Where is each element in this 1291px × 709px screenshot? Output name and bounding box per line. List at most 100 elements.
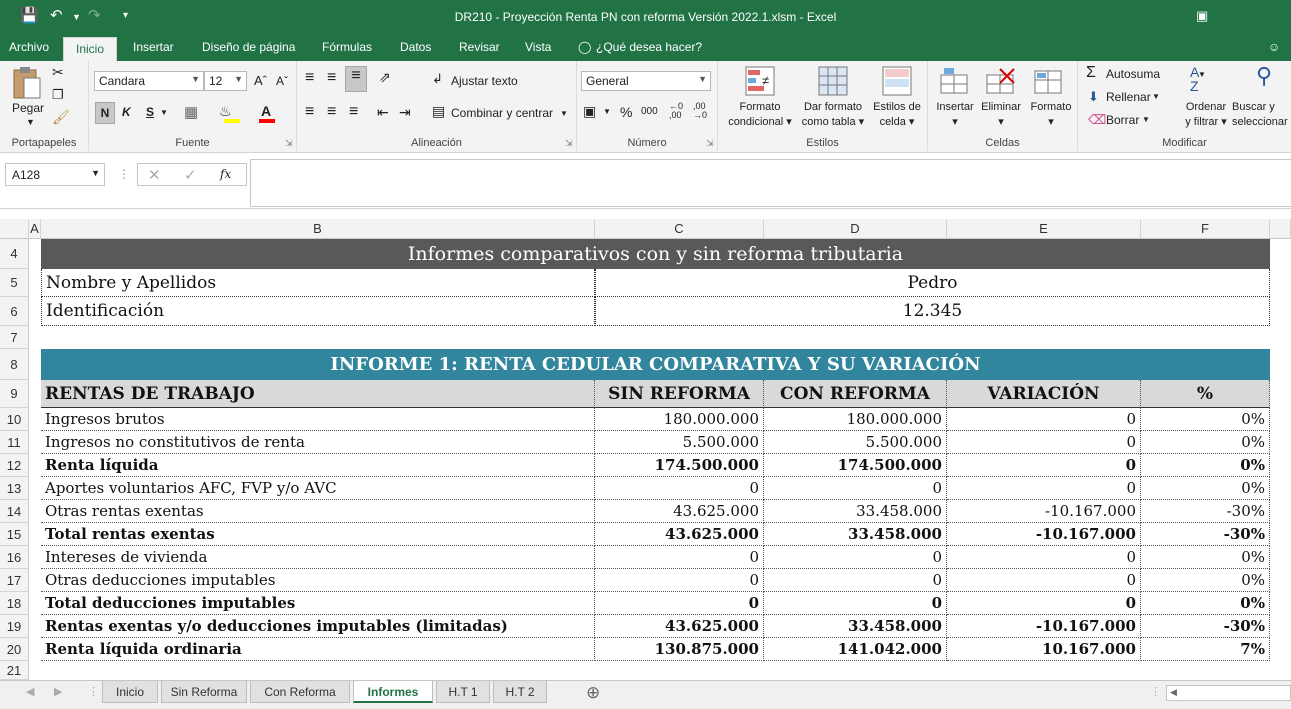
- table-cell[interactable]: 180.000.000: [764, 408, 947, 431]
- cell-styles-icon[interactable]: [882, 66, 912, 98]
- alignment-dialog-launcher-icon[interactable]: ⇲: [565, 138, 573, 149]
- table-cell[interactable]: -10.167.000: [947, 500, 1141, 523]
- table-cell[interactable]: Aportes voluntarios AFC, FVP y/o AVC: [41, 477, 595, 500]
- table-cell[interactable]: 0: [947, 408, 1141, 431]
- table-cell[interactable]: 0%: [1141, 477, 1270, 500]
- row-header-18[interactable]: 18: [0, 592, 29, 615]
- fill-icon[interactable]: ⬇: [1088, 89, 1099, 105]
- select-all-corner[interactable]: [0, 219, 29, 239]
- table-cell[interactable]: 0%: [1141, 408, 1270, 431]
- cut-icon[interactable]: ✂: [52, 64, 64, 81]
- cell-styles-button[interactable]: Estilos de celda ▾: [868, 100, 926, 130]
- table-cell[interactable]: 0%: [1141, 592, 1270, 615]
- table-cell[interactable]: 0: [947, 454, 1141, 477]
- format-painter-icon[interactable]: 🖌: [52, 109, 70, 126]
- column-header-f[interactable]: F: [1141, 219, 1270, 239]
- orientation-icon[interactable]: ⇗: [379, 69, 391, 86]
- scroll-left-icon[interactable]: ◀: [1170, 687, 1177, 698]
- header-variacion[interactable]: VARIACIÓN: [947, 380, 1141, 408]
- name-box[interactable]: A128 ▼: [5, 163, 105, 186]
- merge-dropdown-icon[interactable]: ▼: [560, 109, 568, 118]
- formula-input[interactable]: [250, 159, 1291, 207]
- clear-button[interactable]: Borrar: [1106, 113, 1139, 127]
- ribbon-display-icon[interactable]: ▣: [1196, 8, 1208, 24]
- table-cell[interactable]: Ingresos no constitutivos de renta: [41, 431, 595, 454]
- column-header-b[interactable]: B: [41, 219, 595, 239]
- header-con-reforma[interactable]: CON REFORMA: [764, 380, 947, 408]
- sheet-tab-informes[interactable]: Informes: [353, 681, 433, 703]
- fill-color-icon[interactable]: ♨: [219, 103, 232, 120]
- column-header-g[interactable]: [1270, 219, 1291, 239]
- paste-dropdown-icon[interactable]: ▼: [26, 117, 35, 127]
- align-right-icon[interactable]: ≡: [349, 103, 358, 121]
- sheet-tab-con-reforma[interactable]: Con Reforma: [250, 681, 350, 703]
- table-cell[interactable]: 174.500.000: [764, 454, 947, 477]
- font-dialog-launcher-icon[interactable]: ⇲: [285, 138, 293, 149]
- table-cell[interactable]: 33.458.000: [764, 523, 947, 546]
- row-header-21[interactable]: 21: [0, 661, 29, 680]
- scroll-splitter-icon[interactable]: ⋮: [1150, 685, 1161, 698]
- tab-datos[interactable]: Datos: [400, 40, 431, 54]
- sheet-tab-sin-reforma[interactable]: Sin Reforma: [161, 681, 247, 703]
- table-cell[interactable]: Total rentas exentas: [41, 523, 595, 546]
- table-cell[interactable]: 174.500.000: [595, 454, 764, 477]
- grow-font-icon[interactable]: Aˆ: [254, 73, 267, 88]
- horizontal-scrollbar[interactable]: ◀: [1166, 685, 1291, 701]
- tab-archivo[interactable]: Archivo: [9, 40, 49, 54]
- autosum-button[interactable]: Autosuma: [1106, 67, 1160, 81]
- header-percent[interactable]: %: [1141, 380, 1270, 408]
- merge-center-icon[interactable]: ▤: [432, 103, 445, 120]
- row-header-13[interactable]: 13: [0, 477, 29, 500]
- table-cell[interactable]: Rentas exentas y/o deducciones imputable…: [41, 615, 595, 638]
- table-cell[interactable]: Ingresos brutos: [41, 408, 595, 431]
- row-header-9[interactable]: 9: [0, 380, 29, 408]
- table-cell[interactable]: 43.625.000: [595, 615, 764, 638]
- table-cell[interactable]: -30%: [1141, 615, 1270, 638]
- table-cell[interactable]: 5.500.000: [595, 431, 764, 454]
- insert-cells-icon[interactable]: [940, 67, 968, 97]
- scroll-tabs-right-icon[interactable]: ▶: [54, 685, 62, 698]
- table-cell[interactable]: 0: [595, 546, 764, 569]
- accounting-format-icon[interactable]: ▣: [583, 103, 596, 120]
- row-header-7[interactable]: 7: [0, 326, 29, 349]
- align-middle-icon[interactable]: ≡: [327, 69, 336, 87]
- sheet-tab-inicio[interactable]: Inicio: [102, 681, 158, 703]
- table-cell[interactable]: Intereses de vivienda: [41, 546, 595, 569]
- find-select-icon[interactable]: ⚲: [1256, 63, 1272, 89]
- format-as-table-button[interactable]: Dar formato como tabla ▾: [796, 100, 870, 130]
- accounting-dropdown-icon[interactable]: ▼: [603, 107, 611, 116]
- insert-cells-button[interactable]: Insertar ▾: [930, 100, 980, 130]
- italic-button[interactable]: K: [122, 105, 131, 119]
- percent-style-button[interactable]: %: [620, 104, 632, 120]
- delete-cells-icon[interactable]: [986, 67, 1016, 97]
- borders-icon[interactable]: ▦: [184, 103, 198, 121]
- sheet-tab-h-t-2[interactable]: H.T 2: [493, 681, 547, 703]
- font-size-combo[interactable]: 12 ▼: [204, 71, 247, 91]
- table-cell[interactable]: 5.500.000: [764, 431, 947, 454]
- table-cell[interactable]: -30%: [1141, 500, 1270, 523]
- table-cell[interactable]: Total deducciones imputables: [41, 592, 595, 615]
- row-header-19[interactable]: 19: [0, 615, 29, 638]
- row-header-8[interactable]: 8: [0, 349, 29, 380]
- shrink-font-icon[interactable]: Aˇ: [276, 74, 288, 88]
- underline-button[interactable]: S: [146, 105, 154, 119]
- report-title[interactable]: INFORME 1: RENTA CEDULAR COMPARATIVA Y S…: [41, 349, 1270, 380]
- formula-bar-splitter-icon[interactable]: ⋮: [118, 167, 130, 181]
- tab-insertar[interactable]: Insertar: [133, 40, 174, 54]
- table-cell[interactable]: 0: [947, 431, 1141, 454]
- table-cell[interactable]: -30%: [1141, 523, 1270, 546]
- delete-cells-button[interactable]: Eliminar ▾: [976, 100, 1026, 130]
- table-cell[interactable]: 43.625.000: [595, 500, 764, 523]
- row-header-11[interactable]: 11: [0, 431, 29, 454]
- table-cell[interactable]: 0: [947, 569, 1141, 592]
- id-value[interactable]: 12.345: [595, 297, 1270, 326]
- conditional-format-icon[interactable]: ≠: [745, 66, 775, 98]
- table-cell[interactable]: Renta líquida ordinaria: [41, 638, 595, 661]
- number-dialog-launcher-icon[interactable]: ⇲: [706, 138, 714, 149]
- insert-function-button[interactable]: fx: [220, 167, 231, 181]
- table-cell[interactable]: 10.167.000: [947, 638, 1141, 661]
- font-color-icon[interactable]: A: [261, 103, 271, 119]
- table-cell[interactable]: 0: [764, 592, 947, 615]
- row-header-14[interactable]: 14: [0, 500, 29, 523]
- cancel-icon[interactable]: ✕: [148, 166, 161, 184]
